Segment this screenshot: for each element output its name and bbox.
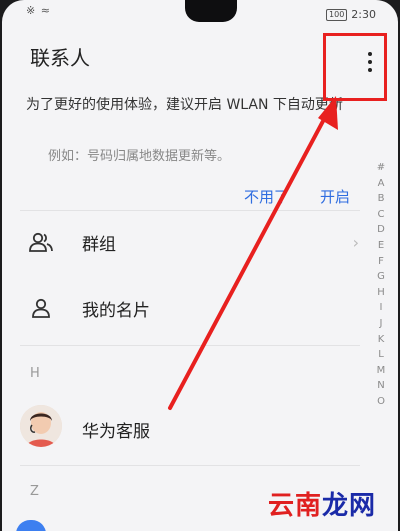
section-header-h: H	[30, 366, 40, 381]
index-letter[interactable]: A	[378, 176, 385, 192]
my-card-label: 我的名片	[82, 300, 150, 321]
contact-avatar-partial	[16, 520, 46, 531]
enable-button[interactable]: 开启	[320, 186, 350, 207]
watermark-text-b: 龙网	[322, 491, 377, 521]
battery-icon: 100	[326, 8, 348, 21]
index-letter[interactable]: #	[377, 160, 385, 176]
section-header-z: Z	[30, 484, 39, 499]
index-letter[interactable]: O	[377, 394, 385, 410]
my-card-icon	[26, 293, 56, 323]
status-bar-right: 100 2:30	[326, 8, 376, 21]
index-letter[interactable]: M	[377, 363, 386, 379]
divider	[20, 345, 360, 346]
index-letter[interactable]: F	[378, 254, 384, 270]
more-dot-icon	[368, 60, 372, 64]
my-card-row[interactable]: 我的名片	[20, 284, 365, 332]
divider	[20, 465, 360, 466]
index-letter[interactable]: C	[378, 207, 385, 223]
index-letter[interactable]: N	[377, 378, 384, 394]
chevron-right-icon: ›	[352, 232, 359, 252]
index-letter[interactable]: L	[378, 347, 384, 363]
page-title: 联系人	[30, 46, 90, 70]
watermark: 云南龙网	[268, 485, 376, 522]
phone-screen: ※ ≈ 100 2:30 联系人 为了更好的使用体验，建议开启 WLAN 下自动…	[2, 0, 398, 531]
contact-name[interactable]: 华为客服	[82, 417, 150, 442]
index-letter[interactable]: E	[378, 238, 384, 254]
index-letter[interactable]: B	[378, 191, 385, 207]
groups-row[interactable]: 群组 ›	[20, 218, 365, 266]
signal-icon: ※ ≈	[26, 4, 51, 17]
index-letter[interactable]: I	[380, 300, 383, 316]
groups-icon	[26, 227, 56, 257]
index-letter[interactable]: G	[377, 269, 385, 285]
index-letter[interactable]: H	[377, 285, 385, 301]
contact-avatar	[20, 405, 62, 447]
wlan-update-notice: 为了更好的使用体验，建议开启 WLAN 下自动更新	[26, 97, 343, 113]
notice-example-text: 例如：号码归属地数据更新等。	[48, 149, 231, 164]
groups-label: 群组	[82, 234, 116, 255]
alphabet-index-bar[interactable]: # A B C D E F G H I J K L M N O	[372, 160, 390, 410]
camera-notch	[185, 0, 237, 22]
more-options-button[interactable]	[352, 42, 388, 82]
more-dot-icon	[368, 52, 372, 56]
watermark-text-a: 云南	[268, 491, 323, 521]
status-time: 2:30	[351, 8, 376, 21]
index-letter[interactable]: K	[378, 332, 385, 348]
more-dot-icon	[368, 68, 372, 72]
dismiss-button[interactable]: 不用了	[244, 186, 289, 207]
index-letter[interactable]: D	[377, 222, 385, 238]
divider	[20, 210, 360, 211]
index-letter[interactable]: J	[380, 316, 383, 332]
